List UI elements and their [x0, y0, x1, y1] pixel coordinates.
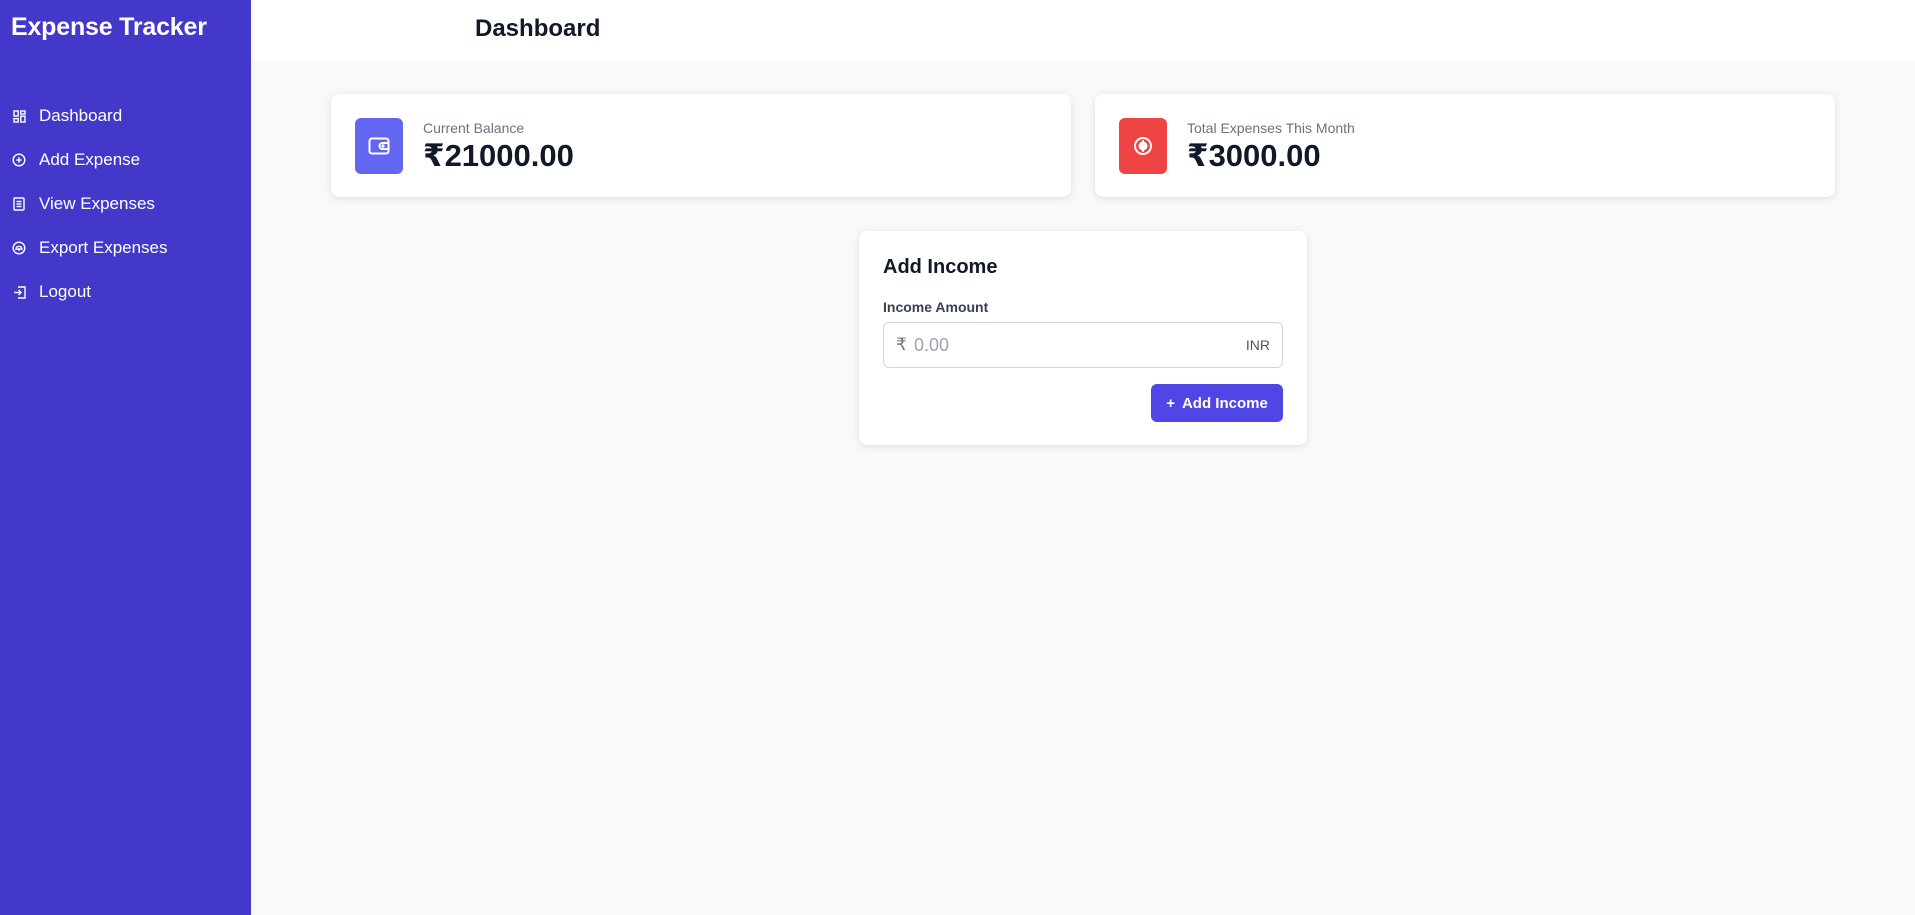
app-title: Expense Tracker [11, 13, 207, 41]
current-balance-card: Current Balance ₹21000.00 [331, 94, 1071, 197]
sidebar-item-label: Dashboard [39, 106, 123, 125]
currency-code: INR [1245, 337, 1270, 353]
sidebar-item-label: Logout [39, 282, 91, 301]
logout-icon [12, 285, 26, 299]
sidebar-item-label: View Expenses [39, 194, 155, 213]
income-amount-field: ₹ INR [883, 322, 1283, 368]
sidebar-item-view-expenses[interactable]: View Expenses [0, 182, 251, 226]
top-bar: Dashboard [251, 0, 1915, 61]
cloud-download-icon [12, 241, 26, 255]
sidebar-item-export-expenses[interactable]: Export Expenses [0, 226, 251, 270]
total-expenses-value: ₹3000.00 [1187, 138, 1321, 173]
document-list-icon [12, 197, 26, 211]
page-title: Dashboard [475, 15, 601, 42]
income-amount-input[interactable] [912, 334, 1246, 356]
add-income-button-label: Add Income [1181, 394, 1268, 412]
main-content: Dashboard Current Balance ₹21000.00 Tota… [251, 0, 1915, 915]
sidebar-item-add-expense[interactable]: Add Expense [0, 138, 251, 182]
dashboard-grid-icon [12, 109, 26, 123]
sidebar-item-dashboard[interactable]: Dashboard [0, 94, 251, 138]
sidebar-item-logout[interactable]: Logout [0, 270, 251, 314]
current-balance-value: ₹21000.00 [423, 138, 574, 173]
sidebar-item-label: Export Expenses [39, 238, 168, 257]
plus-circle-icon [12, 153, 26, 167]
total-expenses-card: Total Expenses This Month ₹3000.00 [1095, 94, 1835, 197]
add-income-card: Add Income Income Amount ₹ INR + Add Inc… [859, 231, 1307, 445]
app-root: Expense Tracker Dashboard Add Expense Vi… [0, 0, 1915, 915]
sidebar-nav: Dashboard Add Expense View Expenses Expo… [0, 94, 251, 314]
add-income-button[interactable]: + Add Income [1151, 384, 1283, 422]
add-income-title: Add Income [883, 256, 998, 278]
coin-icon [1119, 118, 1167, 174]
sidebar: Expense Tracker Dashboard Add Expense Vi… [0, 0, 251, 915]
wallet-icon [355, 118, 403, 174]
plus-icon: + [1166, 394, 1175, 412]
sidebar-item-label: Add Expense [39, 150, 141, 169]
income-amount-label: Income Amount [883, 299, 989, 315]
current-balance-label: Current Balance [423, 120, 525, 136]
rupee-symbol: ₹ [896, 335, 907, 354]
total-expenses-label: Total Expenses This Month [1187, 120, 1355, 136]
